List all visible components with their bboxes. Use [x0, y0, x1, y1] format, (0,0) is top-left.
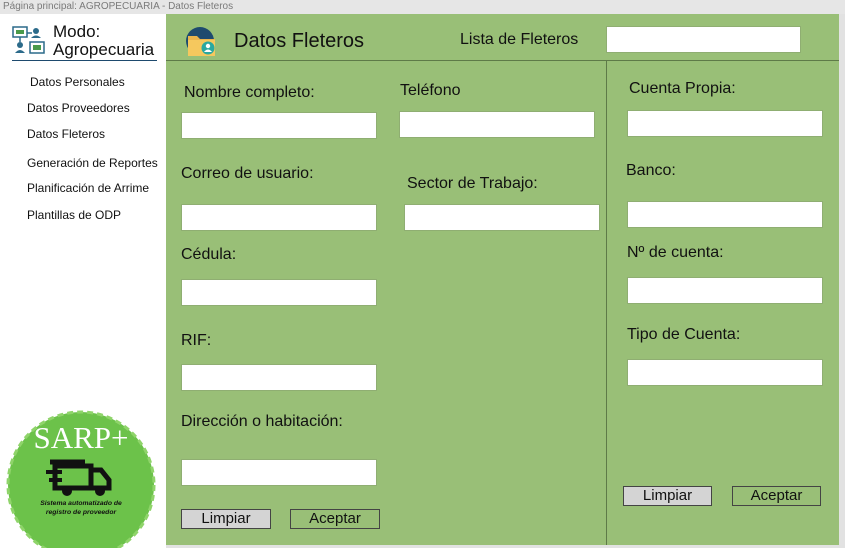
telefono-field[interactable] [399, 111, 595, 138]
rif-label: RIF: [181, 332, 212, 349]
correo-label: Correo de usuario: [181, 165, 314, 182]
cedula-field[interactable] [181, 279, 377, 306]
tipo-cuenta-label: Tipo de Cuenta: [627, 326, 741, 343]
correo-field[interactable] [181, 204, 377, 231]
bank-limpiar-button[interactable]: Limpiar [623, 486, 712, 506]
header-divider [166, 60, 839, 61]
sidebar-item-planificacion-arrime[interactable]: Planificación de Arrime [27, 181, 149, 195]
folder-user-icon [186, 27, 215, 56]
mode-label: Modo: Agropecuaria [53, 23, 154, 59]
cuenta-propia-label: Cuenta Propia: [629, 80, 736, 97]
logo-tagline-line2: registro de proveedor [46, 509, 117, 516]
network-users-icon [12, 26, 45, 54]
window-right-edge [839, 14, 845, 548]
numero-cuenta-label: Nº de cuenta: [627, 244, 724, 261]
aceptar-button[interactable]: Aceptar [290, 509, 380, 529]
tipo-cuenta-field[interactable] [627, 359, 823, 386]
banco-label: Banco: [626, 162, 676, 179]
list-fleteros-select[interactable] [606, 26, 801, 53]
sector-label: Sector de Trabajo: [407, 175, 538, 192]
limpiar-button[interactable]: Limpiar [181, 509, 271, 529]
sidebar-item-plantillas-odp[interactable]: Plantillas de ODP [27, 208, 121, 222]
list-fleteros-label: Lista de Fleteros [460, 31, 579, 48]
logo-tagline-line1: Sistema automatizado de [40, 500, 122, 507]
page-title: Datos Fleteros [234, 30, 365, 52]
bank-aceptar-button[interactable]: Aceptar [732, 486, 821, 506]
sidebar-item-datos-fleteros[interactable]: Datos Fleteros [27, 127, 105, 141]
sidebar: Modo: Agropecuaria Datos Personales Dato… [0, 14, 166, 548]
window-title: Página principal: AGROPECUARIA - Datos F… [0, 0, 845, 14]
telefono-label: Teléfono [400, 82, 461, 99]
mode-underline [12, 60, 157, 61]
column-divider [606, 61, 607, 545]
sarp-logo: SARP+ Sistema automatizado de registro d… [6, 410, 156, 548]
main-panel: Datos Fleteros Lista de Fleteros Nombre … [166, 14, 839, 545]
mode-label-line2: Agropecuaria [53, 40, 155, 59]
nombre-field[interactable] [181, 112, 377, 139]
mode-label-line1: Modo: [53, 22, 101, 41]
cuenta-propia-field[interactable] [627, 110, 823, 137]
banco-field[interactable] [627, 201, 823, 228]
numero-cuenta-field[interactable] [627, 277, 823, 304]
sidebar-item-datos-personales[interactable]: Datos Personales [30, 75, 125, 89]
cedula-label: Cédula: [181, 246, 237, 263]
nombre-label: Nombre completo: [184, 84, 315, 101]
sidebar-item-datos-proveedores[interactable]: Datos Proveedores [27, 101, 130, 115]
sector-field[interactable] [404, 204, 600, 231]
direccion-label: Dirección o habitación: [181, 413, 343, 430]
direccion-field[interactable] [181, 459, 377, 486]
rif-field[interactable] [181, 364, 377, 391]
logo-brand: SARP+ [33, 420, 128, 455]
sidebar-item-generacion-reportes[interactable]: Generación de Reportes [27, 156, 158, 170]
